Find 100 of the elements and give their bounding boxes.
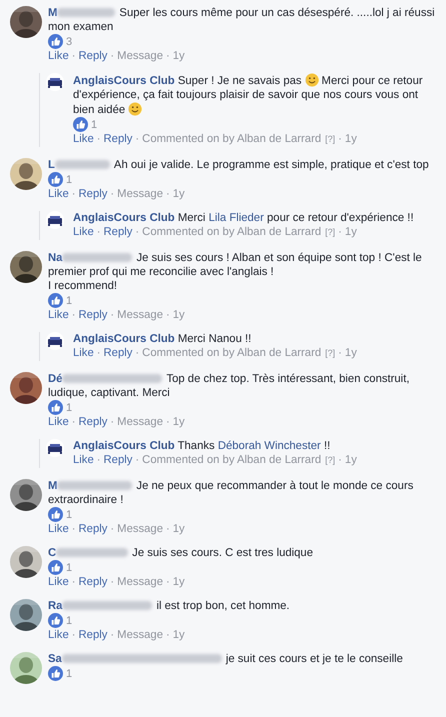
action-link[interactable]: Reply <box>78 308 108 323</box>
like-count: 1 <box>66 562 72 574</box>
meta-text: 1y <box>344 132 357 147</box>
reply-text: AnglaisCours Club Merci Nanou !! <box>73 332 252 346</box>
comment-text: Sa je suit ces cours et je te le conseille <box>48 652 404 666</box>
like-icon <box>48 34 63 49</box>
help-link[interactable]: [?] <box>325 346 336 361</box>
help-link[interactable]: [?] <box>325 225 336 240</box>
action-link[interactable]: Like <box>73 346 94 361</box>
separator: · <box>166 628 170 643</box>
separator: · <box>110 415 114 430</box>
separator: · <box>72 187 76 202</box>
action-link[interactable]: Like <box>48 49 69 64</box>
separator: · <box>166 522 170 537</box>
action-link[interactable]: Like <box>73 225 94 240</box>
like-count: 1 <box>66 668 72 680</box>
action-link[interactable]: Reply <box>78 628 108 643</box>
action-link[interactable]: Like <box>73 453 94 468</box>
comment-text: C Je suis ses cours. C est tres ludique <box>48 546 314 560</box>
meta-text: Commented on by Alban de Larrard <box>142 225 322 240</box>
action-link[interactable]: Reply <box>104 225 132 240</box>
comment-text: M Je ne peux que recommander à tout le monde ce cours extraordinaire ! <box>48 479 414 507</box>
separator: · <box>166 187 170 202</box>
separator: · <box>96 225 100 240</box>
separator: · <box>135 132 140 147</box>
meta-text: Commented on by Alban de Larrard <box>142 346 322 361</box>
like-icon <box>48 666 63 681</box>
separator: · <box>96 132 100 147</box>
like-count: 1 <box>66 508 72 520</box>
like-icon <box>48 613 63 628</box>
meta-text: Message <box>117 308 163 323</box>
action-link[interactable]: Like <box>73 132 94 147</box>
comment-text: Dé Top de chez top. Très intéressant, bien construit, ludique, captivant. Merci <box>48 372 410 400</box>
action-link[interactable]: Like <box>48 415 69 430</box>
mention-link[interactable]: Lila Flieder <box>208 212 264 224</box>
like-count: 1 <box>91 118 98 130</box>
separator: · <box>110 522 114 537</box>
action-link[interactable]: Reply <box>104 453 132 468</box>
meta-text: Message <box>117 415 163 430</box>
separator: · <box>338 225 342 240</box>
mention-link[interactable]: Déborah Winchester <box>218 440 321 452</box>
separator: · <box>135 225 140 240</box>
separator: · <box>96 453 100 468</box>
separator: · <box>338 453 342 468</box>
meta-text: Commented on by Alban de Larrard <box>142 453 322 468</box>
separator: · <box>166 308 170 323</box>
action-link[interactable]: Like <box>48 308 69 323</box>
like-icon <box>73 117 88 132</box>
comment-text: M Super les cours même pour un cas désespéré. .....lol j ai réussi mon examen <box>48 6 436 34</box>
action-link[interactable]: Reply <box>78 187 108 202</box>
meta-text: 1y <box>344 225 357 240</box>
separator: · <box>135 346 140 361</box>
meta-text: 1y <box>172 415 185 430</box>
help-link[interactable]: [?] <box>325 453 336 468</box>
like-icon <box>48 507 63 522</box>
meta-text: Message <box>117 522 163 537</box>
separator: · <box>110 308 114 323</box>
action-link[interactable]: Like <box>48 187 69 202</box>
meta-text: Message <box>117 575 163 590</box>
separator: · <box>72 575 76 590</box>
smiley-icon <box>304 73 319 87</box>
like-icon <box>48 560 63 575</box>
meta-text: Commented on by Alban de Larrard <box>142 132 322 147</box>
action-link[interactable]: Reply <box>104 132 132 147</box>
separator: · <box>166 49 170 64</box>
separator: · <box>338 132 342 147</box>
meta-text: 1y <box>344 346 357 361</box>
separator: · <box>338 346 342 361</box>
meta-text: 1y <box>172 308 185 323</box>
meta-text: 1y <box>172 575 185 590</box>
reply-text: AnglaisCours Club Merci Lila Flieder pour ce retour d'expérience !! <box>73 211 415 225</box>
action-link[interactable]: Like <box>48 628 69 643</box>
meta-text: 1y <box>172 628 185 643</box>
action-link[interactable]: Like <box>48 575 69 590</box>
meta-text: Message <box>117 187 163 202</box>
like-count: 3 <box>66 36 72 48</box>
redaction-bar <box>62 253 132 262</box>
action-link[interactable]: Reply <box>78 415 108 430</box>
reply-text: AnglaisCours Club Super ! Je ne savais pas Merci pour ce retour d'expérience, ça fait toujours plaisir de savoir que nos cours vous ont bien aidée <box>73 73 424 117</box>
like-icon <box>48 172 63 187</box>
like-count: 1 <box>66 174 72 186</box>
help-link[interactable]: [?] <box>325 132 336 147</box>
reply-text: AnglaisCours Club Thanks Déborah Winchester !! <box>73 439 332 453</box>
like-icon <box>48 293 63 308</box>
separator: · <box>135 453 140 468</box>
action-link[interactable]: Reply <box>78 575 108 590</box>
separator: · <box>72 415 76 430</box>
like-icon <box>48 400 63 415</box>
action-link[interactable]: Like <box>48 522 69 537</box>
smiley-icon <box>128 102 142 116</box>
separator: · <box>110 187 114 202</box>
separator: · <box>110 49 114 64</box>
action-link[interactable]: Reply <box>78 49 108 64</box>
separator: · <box>72 49 76 64</box>
comment-text: Ra il est trop bon, cet homme. <box>48 599 291 613</box>
like-count: 1 <box>66 402 72 414</box>
separator: · <box>166 415 170 430</box>
action-link[interactable]: Reply <box>104 346 132 361</box>
separator: · <box>96 346 100 361</box>
action-link[interactable]: Reply <box>78 522 108 537</box>
